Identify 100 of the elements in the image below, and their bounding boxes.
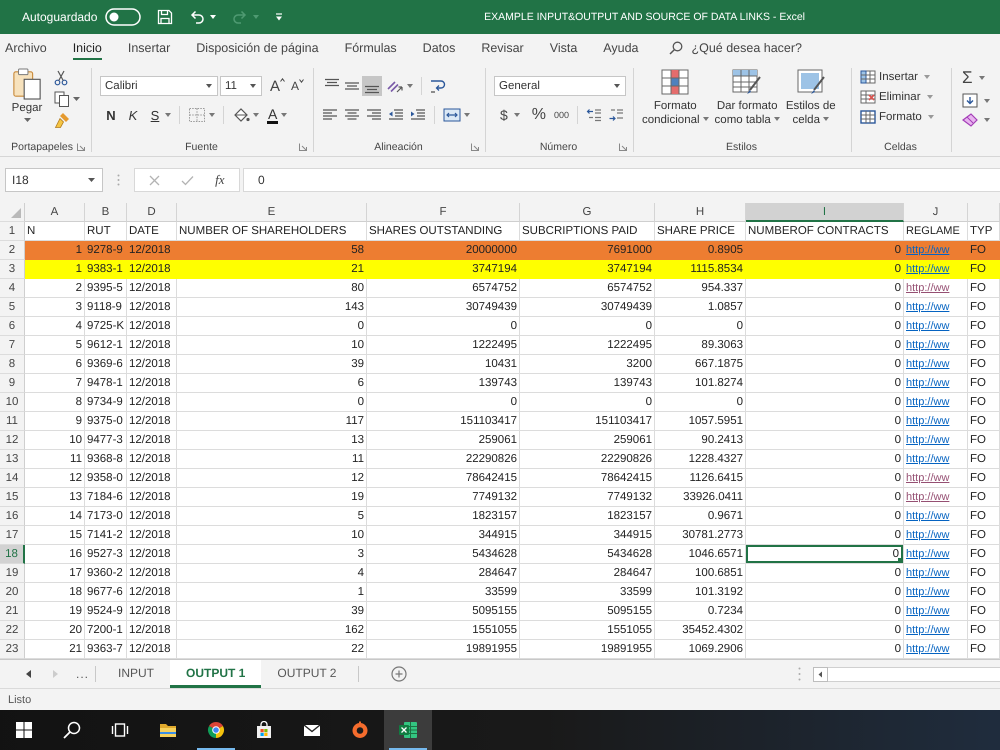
number-format-dropdown[interactable]: General xyxy=(494,76,626,96)
row-header[interactable]: 2 xyxy=(0,241,25,260)
dialog-launcher-icon[interactable] xyxy=(471,143,479,151)
ribbon-tab[interactable]: Insertar xyxy=(128,36,170,60)
caret-icon[interactable] xyxy=(24,118,30,122)
borders-icon[interactable] xyxy=(188,107,206,123)
row-header[interactable]: 10 xyxy=(0,393,25,412)
row-header[interactable]: 1 xyxy=(0,222,25,241)
font-name-dropdown[interactable]: Calibri xyxy=(100,76,218,96)
browser-icon[interactable] xyxy=(207,721,225,739)
caret-icon[interactable] xyxy=(984,98,990,102)
fill-handle-icon[interactable] xyxy=(898,558,903,563)
decrease-indent-icon[interactable] xyxy=(388,108,404,122)
autosave-toggle[interactable] xyxy=(105,8,142,26)
customize-toolbar-icon[interactable] xyxy=(275,13,284,21)
tell-me-button[interactable]: ¿Qué desea hacer? xyxy=(668,41,802,55)
save-icon[interactable] xyxy=(157,9,174,25)
caret-icon[interactable] xyxy=(984,118,990,122)
row-header[interactable]: 3 xyxy=(0,260,25,279)
wrap-text-icon[interactable] xyxy=(430,78,448,94)
row-header[interactable]: 23 xyxy=(0,640,25,659)
link-cell[interactable]: http://ww xyxy=(904,298,968,317)
column-header[interactable]: D xyxy=(127,203,177,222)
link-cell[interactable]: http://ww xyxy=(904,469,968,488)
column-header[interactable]: J xyxy=(904,203,968,222)
row-header[interactable]: 12 xyxy=(0,431,25,450)
more-sheets-button[interactable]: ... xyxy=(76,660,90,688)
ribbon-tab[interactable]: Archivo xyxy=(5,36,47,60)
row-header[interactable]: 11 xyxy=(0,412,25,431)
link-cell[interactable]: http://ww xyxy=(904,583,968,602)
row-header[interactable]: 9 xyxy=(0,374,25,393)
row-header[interactable]: 7 xyxy=(0,336,25,355)
column-header[interactable]: G xyxy=(520,203,655,222)
link-cell[interactable]: http://ww xyxy=(904,317,968,336)
link-cell[interactable]: http://ww xyxy=(904,621,968,640)
link-cell[interactable]: http://ww xyxy=(904,374,968,393)
decrease-decimal-icon[interactable] xyxy=(608,108,624,122)
underline-button[interactable]: S xyxy=(148,108,162,122)
link-cell[interactable]: http://ww xyxy=(904,412,968,431)
row-header[interactable]: 17 xyxy=(0,526,25,545)
merge-cells-icon[interactable] xyxy=(443,107,461,123)
link-cell[interactable]: http://ww xyxy=(904,260,968,279)
currency-button[interactable]: $ xyxy=(500,107,508,123)
format-painter-icon[interactable] xyxy=(54,112,70,128)
scissors-icon[interactable] xyxy=(54,70,68,86)
ribbon-tab[interactable]: Vista xyxy=(550,36,578,60)
ribbon-tab[interactable]: Inicio xyxy=(72,36,102,60)
link-cell[interactable]: http://ww xyxy=(904,602,968,621)
ribbon-tab[interactable]: Disposición de página xyxy=(196,36,319,60)
paste-button[interactable]: Pegar xyxy=(8,68,46,138)
row-header[interactable]: 16 xyxy=(0,507,25,526)
checkmark-icon[interactable] xyxy=(181,174,194,186)
link-cell[interactable]: http://ww xyxy=(904,564,968,583)
row-header[interactable]: 15 xyxy=(0,488,25,507)
caret-icon[interactable] xyxy=(978,76,985,80)
link-cell[interactable]: http://ww xyxy=(904,507,968,526)
insert-function-button[interactable]: fx xyxy=(215,172,225,188)
align-center-icon[interactable] xyxy=(344,108,360,122)
column-header[interactable]: I xyxy=(746,203,904,222)
link-cell[interactable]: http://ww xyxy=(904,393,968,412)
thousands-separator-button[interactable]: 000 xyxy=(554,110,570,120)
undo-icon[interactable] xyxy=(189,9,206,25)
font-size-dropdown[interactable]: 11 xyxy=(220,76,262,96)
grip-icon[interactable] xyxy=(117,174,120,186)
link-cell[interactable]: http://ww xyxy=(904,279,968,298)
table-style-button[interactable]: Dar formato como tabla xyxy=(714,68,780,138)
row-header[interactable]: 4 xyxy=(0,279,25,298)
link-cell[interactable]: http://ww xyxy=(904,640,968,659)
formula-field[interactable]: 0 xyxy=(243,168,1000,192)
column-header[interactable]: F xyxy=(367,203,520,222)
ring-app-icon[interactable] xyxy=(351,721,369,739)
folder-icon[interactable] xyxy=(159,721,177,739)
insert-cells-button[interactable]: Insertar xyxy=(860,70,951,84)
link-cell[interactable]: http://ww xyxy=(904,545,968,564)
percent-button[interactable]: % xyxy=(532,106,546,124)
align-right-icon[interactable] xyxy=(366,108,382,122)
row-header[interactable]: 22 xyxy=(0,621,25,640)
row-header[interactable]: 21 xyxy=(0,602,25,621)
row-header[interactable]: 19 xyxy=(0,564,25,583)
row-header[interactable]: 14 xyxy=(0,469,25,488)
autosum-button[interactable]: Σ xyxy=(962,68,973,88)
spreadsheet-app-icon[interactable] xyxy=(398,721,418,739)
align-bottom-icon[interactable] xyxy=(362,76,382,96)
fill-down-icon[interactable] xyxy=(962,93,978,108)
row-header[interactable]: 20 xyxy=(0,583,25,602)
conditional-style-button[interactable]: Formato condicional xyxy=(642,68,709,138)
caret-icon[interactable] xyxy=(210,15,216,19)
start-icon[interactable] xyxy=(15,721,33,739)
link-cell[interactable]: http://ww xyxy=(904,526,968,545)
column-header[interactable]: B xyxy=(85,203,127,222)
caret-icon[interactable] xyxy=(281,113,288,117)
align-left-icon[interactable] xyxy=(322,108,338,122)
row-header[interactable]: 8 xyxy=(0,355,25,374)
italic-button[interactable]: K xyxy=(126,108,140,122)
ribbon-tab[interactable]: Ayuda xyxy=(603,36,638,60)
ribbon-tab[interactable]: Fórmulas xyxy=(344,36,397,60)
caret-icon[interactable] xyxy=(514,113,520,117)
column-header[interactable]: E xyxy=(177,203,367,222)
increase-decimal-icon[interactable] xyxy=(586,108,602,122)
caret-icon[interactable] xyxy=(464,113,470,117)
